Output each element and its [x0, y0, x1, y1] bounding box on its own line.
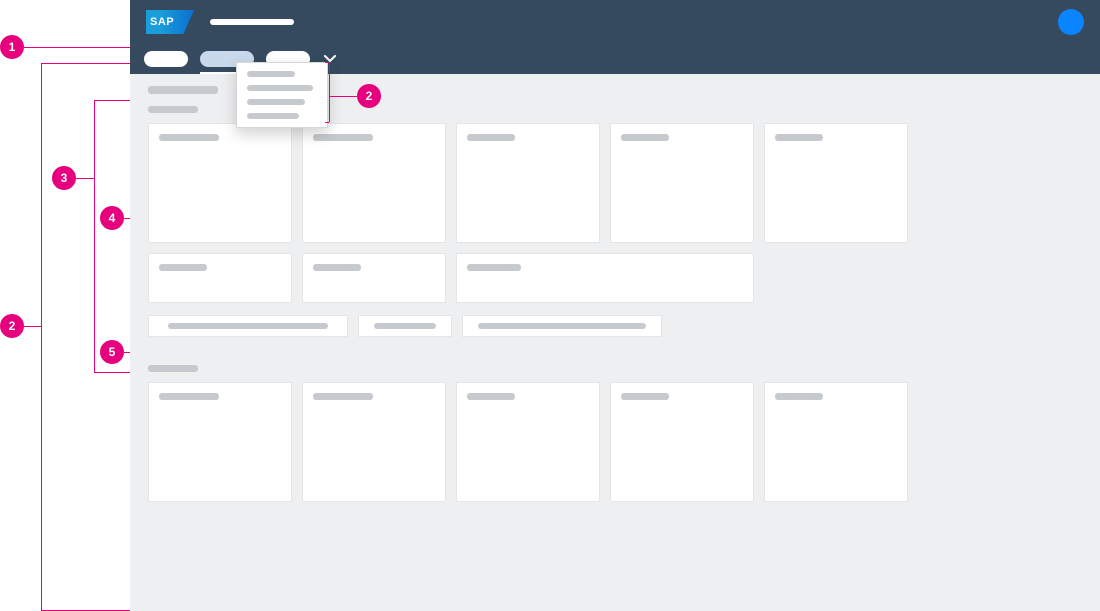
tile[interactable] — [148, 382, 292, 502]
annotation-line — [329, 96, 357, 97]
annotation-marker-4: 4 — [100, 206, 124, 230]
tile[interactable] — [456, 123, 600, 243]
tile[interactable] — [302, 253, 446, 303]
annotation-line — [24, 326, 41, 327]
annotation-line — [76, 178, 94, 179]
overflow-item[interactable] — [247, 85, 313, 91]
link-chip[interactable] — [358, 315, 452, 337]
annotation-line — [24, 47, 140, 48]
annotation-marker-1: 1 — [0, 35, 24, 59]
tile[interactable] — [764, 123, 908, 243]
annotation-marker-5: 5 — [100, 340, 124, 364]
tile[interactable] — [456, 382, 600, 502]
tile[interactable] — [148, 123, 292, 243]
annotation-line — [41, 63, 130, 64]
link-chip[interactable] — [148, 315, 348, 337]
annotation-marker-2b: 2 — [357, 84, 381, 108]
page-title-placeholder — [148, 86, 218, 94]
group-1 — [148, 106, 1082, 337]
tile-wide[interactable] — [456, 253, 754, 303]
sap-logo[interactable]: SAP — [146, 10, 194, 34]
annotation-line — [325, 62, 329, 63]
annotation-marker-3: 3 — [52, 166, 76, 190]
group-title-placeholder — [148, 106, 198, 113]
nav-overflow-menu[interactable] — [236, 62, 328, 128]
app-frame: SAP — [130, 0, 1100, 611]
group-2 — [148, 365, 1082, 502]
tile[interactable] — [148, 253, 292, 303]
shell-title-placeholder — [210, 19, 294, 25]
link-row — [148, 315, 1082, 337]
sap-logo-text: SAP — [150, 16, 174, 28]
tile[interactable] — [302, 382, 446, 502]
annotation-line — [94, 100, 95, 372]
annotation-marker-2: 2 — [0, 314, 24, 338]
tile[interactable] — [610, 382, 754, 502]
link-chip[interactable] — [462, 315, 662, 337]
overflow-item[interactable] — [247, 99, 305, 105]
annotation-rail: 1 2 3 4 5 — [0, 0, 130, 611]
annotation-line — [41, 63, 42, 611]
tile[interactable] — [610, 123, 754, 243]
tile[interactable] — [764, 382, 908, 502]
overflow-item[interactable] — [247, 113, 299, 119]
tile-row — [148, 382, 1082, 502]
tile[interactable] — [302, 123, 446, 243]
group-title-placeholder — [148, 365, 198, 372]
annotation-line — [325, 122, 329, 123]
user-avatar[interactable] — [1058, 9, 1084, 35]
nav-tab-1[interactable] — [144, 51, 188, 67]
annotation-line — [329, 62, 330, 122]
shell-bar: SAP — [130, 0, 1100, 44]
tile-row — [148, 123, 1082, 243]
tile-row-short — [148, 253, 1082, 303]
overflow-item[interactable] — [247, 71, 295, 77]
page-content — [130, 74, 1100, 611]
